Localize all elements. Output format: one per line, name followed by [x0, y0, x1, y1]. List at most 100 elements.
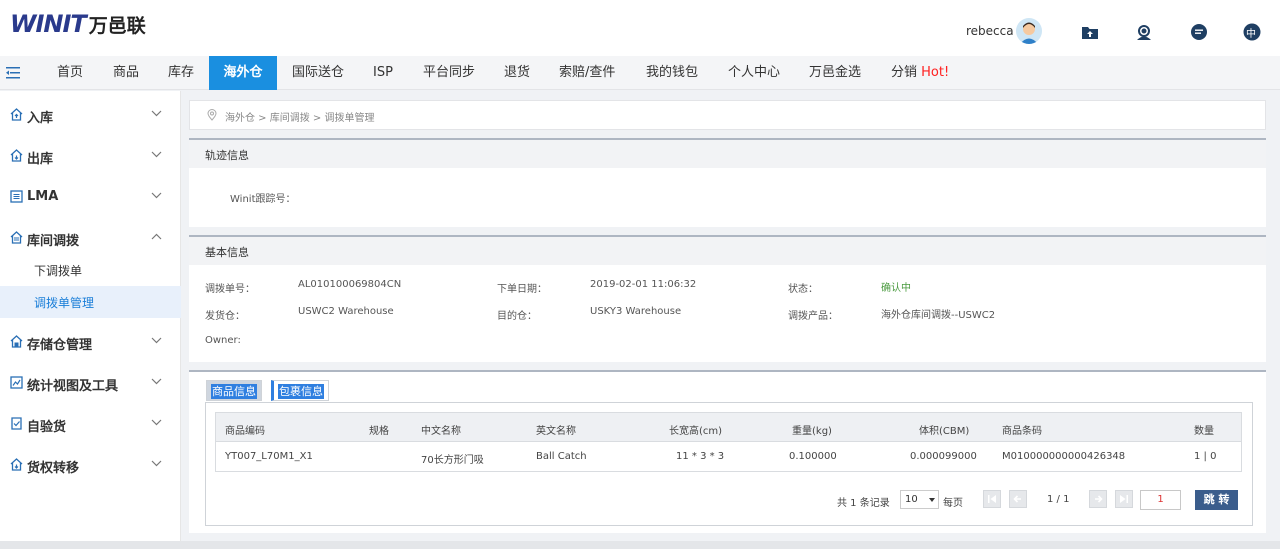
basic-section-header: 基本信息 [189, 235, 1266, 265]
sidebar-item-storage[interactable]: 存储仓管理 [0, 322, 181, 363]
home-icon [10, 108, 23, 121]
logo-text: 万邑联 [88, 14, 146, 37]
next-page-icon [1095, 495, 1103, 503]
nav-item-distribution[interactable]: 分销 Hot! [891, 56, 949, 90]
caret-down-icon [929, 498, 935, 502]
cell-sku: YT007_L70M1_X1 [225, 451, 313, 462]
cell-en-name: Ball Catch [536, 451, 587, 462]
nav-item-overseas-warehouse[interactable]: 海外仓 [209, 56, 277, 90]
chevron-down-icon [151, 337, 162, 344]
cell-weight: 0.100000 [789, 451, 837, 462]
last-page-button[interactable] [1115, 490, 1133, 508]
chart-icon [10, 376, 23, 389]
last-page-icon [1120, 495, 1128, 503]
chat-icon[interactable] [1190, 23, 1208, 41]
warehouse-icon [10, 335, 23, 348]
status-value: 确认中 [881, 283, 911, 294]
nav-item-isp[interactable]: ISP [373, 56, 393, 90]
location-pin-icon [207, 109, 217, 121]
sidebar-item-label: 货权转移 [27, 461, 80, 476]
inspection-icon [11, 417, 22, 430]
track-section-title: 轨迹信息 [205, 149, 249, 162]
tab-product-info[interactable]: 商品信息 [206, 380, 262, 401]
sidebar-item-label: 库间调拨 [27, 234, 80, 249]
sidebar-item-transfer[interactable]: 库间调拨 [0, 218, 181, 259]
chevron-down-icon [151, 378, 162, 385]
prev-page-button[interactable] [1009, 490, 1027, 508]
product-table: 商品编码 规格 中文名称 英文名称 长宽高(cm) 重量(kg) 体积(CBM)… [215, 412, 1242, 472]
jump-button[interactable]: 跳 转 [1195, 490, 1238, 510]
sidebar-item-outbound[interactable]: 出库 [0, 136, 181, 177]
nav-item-inventory[interactable]: 库存 [168, 56, 194, 90]
hot-badge: Hot! [921, 65, 950, 80]
table-row: YT007_L70M1_X1 70长方形门吸 Ball Catch 11 * 3… [216, 442, 1241, 471]
per-page-label: 每页 [943, 498, 963, 509]
col-header-dimensions: 长宽高(cm) [669, 426, 723, 437]
basic-section-body: 调拨单号： AL010100069804CN 下单日期： 2019-02-01 … [189, 265, 1266, 362]
sidebar-subitem-create-transfer[interactable]: 下调拨单 [0, 254, 181, 286]
nav-item-platform-sync[interactable]: 平台同步 [423, 56, 475, 90]
chevron-down-icon [151, 419, 162, 426]
nav-item-personal-center[interactable]: 个人中心 [728, 56, 780, 90]
logo-mark: WINIT [10, 10, 87, 38]
breadcrumb-text: 海外仓 > 库间调拨 > 调拨单管理 [225, 113, 375, 124]
list-icon [10, 190, 23, 203]
col-header-spec: 规格 [369, 426, 389, 437]
chevron-down-icon [151, 460, 162, 467]
track-section-header: 轨迹信息 [189, 138, 1266, 168]
sidebar-item-ownership-transfer[interactable]: 货权转移 [0, 445, 181, 486]
page-size-select[interactable]: 10 [900, 490, 939, 509]
sidebar-item-statistics[interactable]: 统计视图及工具 [0, 363, 181, 404]
sidebar-subitem-transfer-management[interactable]: 调拨单管理 [0, 286, 181, 318]
total-records: 共 1 条记录 [837, 498, 890, 509]
nav-item-products[interactable]: 商品 [113, 56, 139, 90]
col-header-en-name: 英文名称 [536, 426, 576, 437]
language-icon[interactable]: 中 [1243, 23, 1261, 41]
next-page-button[interactable] [1089, 490, 1107, 508]
page-number-input[interactable]: 1 [1140, 490, 1181, 510]
cell-cn-name: 70长方形门吸 [421, 455, 484, 466]
top-header: WINIT 万邑联 rebecca 中 [0, 0, 1280, 56]
nav-item-home[interactable]: 首页 [57, 56, 83, 90]
track-section-body: Winit跟踪号： [189, 168, 1266, 227]
home-icon [10, 149, 23, 162]
sidebar: 入库 出库 LMA 库间调拨 下调拨单 调拨单管理 存储仓管理 统计视图及工具 … [0, 91, 181, 541]
main-nav: 首页 商品 库存 海外仓 国际送仓 ISP 平台同步 退货 索赔/查件 我的钱包… [0, 56, 1280, 90]
home-icon [10, 231, 23, 244]
sidebar-item-label: 自验货 [27, 420, 67, 435]
col-header-sku: 商品编码 [225, 426, 265, 437]
chevron-down-icon [151, 110, 162, 117]
nav-item-wallet[interactable]: 我的钱包 [646, 56, 698, 90]
avatar[interactable] [1016, 18, 1042, 44]
support-agent-icon[interactable] [1135, 23, 1153, 41]
sidebar-item-self-inspection[interactable]: 自验货 [0, 404, 181, 445]
breadcrumb: 海外仓 > 库间调拨 > 调拨单管理 [189, 100, 1266, 130]
language-label: 中 [1246, 29, 1256, 40]
col-header-barcode: 商品条码 [1002, 426, 1042, 437]
username[interactable]: rebecca [966, 24, 1014, 38]
home-icon [10, 458, 23, 471]
tab-package-info[interactable]: 包裹信息 [271, 380, 329, 401]
chevron-down-icon [151, 151, 162, 158]
sidebar-item-label: 存储仓管理 [27, 338, 93, 353]
nav-item-claims[interactable]: 索赔/查件 [559, 56, 615, 90]
nav-item-winit-select[interactable]: 万邑金选 [809, 56, 861, 90]
order-no-label: 调拨单号： [205, 284, 255, 295]
nav-item-intl-delivery[interactable]: 国际送仓 [292, 56, 344, 90]
destination-label: 目的仓： [497, 311, 537, 322]
first-page-button[interactable] [983, 490, 1001, 508]
col-header-volume: 体积(CBM) [919, 426, 970, 437]
table-header-row: 商品编码 规格 中文名称 英文名称 长宽高(cm) 重量(kg) 体积(CBM)… [216, 413, 1241, 442]
order-date-value: 2019-02-01 11:06:32 [590, 279, 697, 290]
upload-folder-icon[interactable] [1081, 23, 1099, 41]
first-page-icon [988, 495, 996, 503]
logo[interactable]: WINIT 万邑联 [10, 10, 146, 38]
sidebar-item-inbound[interactable]: 入库 [0, 95, 181, 136]
menu-toggle-icon[interactable] [6, 65, 22, 79]
page-info: 1 / 1 [1047, 494, 1070, 505]
tracking-number-label: Winit跟踪号： [230, 194, 296, 205]
nav-item-returns[interactable]: 退货 [504, 56, 530, 90]
cell-barcode: M010000000000426348 [1002, 451, 1126, 462]
order-date-label: 下单日期： [497, 284, 547, 295]
sidebar-item-lma[interactable]: LMA [0, 177, 181, 218]
